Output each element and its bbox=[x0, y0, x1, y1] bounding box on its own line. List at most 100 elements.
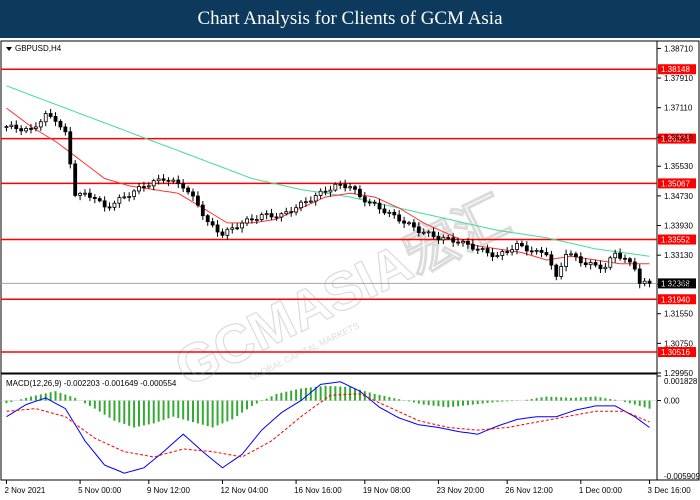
price-tick-label: 1.35530 bbox=[664, 162, 693, 171]
candle-body bbox=[485, 248, 490, 254]
symbol-dropdown-icon[interactable] bbox=[6, 47, 12, 51]
candle-body bbox=[608, 257, 613, 268]
candle-body bbox=[603, 266, 608, 270]
candle-body bbox=[564, 254, 568, 267]
candle-body bbox=[161, 178, 166, 181]
price-tick-label: 1.31550 bbox=[664, 310, 693, 319]
candle-body bbox=[412, 222, 416, 228]
candle-body bbox=[515, 243, 519, 250]
candle-body bbox=[618, 252, 622, 259]
ma-fast-line bbox=[6, 107, 650, 265]
macd-tick-label: 0.00 bbox=[664, 397, 680, 406]
candle-body bbox=[475, 248, 480, 251]
time-tick-label: 2 Nov 2021 bbox=[4, 486, 45, 495]
candle-body bbox=[269, 213, 274, 218]
price-tick-label: 1.36310 bbox=[664, 133, 693, 142]
macd-line bbox=[6, 381, 650, 474]
candle-body bbox=[245, 218, 249, 224]
candle-body bbox=[88, 192, 92, 198]
macd-panel-border bbox=[0, 373, 658, 481]
candle-body bbox=[569, 253, 573, 256]
candle-body bbox=[588, 262, 593, 266]
candle-body bbox=[176, 179, 181, 185]
candle-body bbox=[83, 192, 87, 195]
candle-body bbox=[372, 201, 377, 204]
level-price-text: 1.35067 bbox=[661, 179, 690, 188]
candle-body bbox=[308, 200, 313, 203]
candle-body bbox=[549, 254, 554, 266]
candle-body bbox=[166, 179, 171, 182]
candle-body bbox=[215, 224, 220, 233]
candle-body bbox=[338, 183, 343, 186]
price-tick-label: 1.34730 bbox=[664, 192, 693, 201]
candle-body bbox=[534, 249, 539, 252]
candle-body bbox=[313, 195, 318, 202]
price-tick-label: 1.37110 bbox=[664, 104, 693, 113]
candle-body bbox=[146, 185, 151, 188]
candle-body bbox=[284, 211, 289, 215]
candle-body bbox=[377, 202, 382, 210]
candle-body bbox=[632, 261, 637, 270]
candle-body bbox=[4, 126, 9, 128]
symbol-text: GBPUSD,H4 bbox=[15, 44, 62, 53]
time-tick-label: 19 Nov 08:00 bbox=[363, 486, 411, 495]
time-tick-label: 26 Nov 12:00 bbox=[505, 486, 553, 495]
candle-body bbox=[304, 201, 308, 204]
candle-body bbox=[623, 257, 627, 260]
candle-body bbox=[186, 187, 190, 193]
candles-layer bbox=[4, 108, 652, 289]
candle-body bbox=[200, 204, 205, 217]
candle-body bbox=[358, 188, 362, 198]
symbol-label[interactable]: GBPUSD,H4 bbox=[6, 44, 62, 53]
price-tick-label: 1.38710 bbox=[664, 44, 693, 53]
candle-body bbox=[466, 241, 470, 245]
candle-body bbox=[92, 196, 97, 200]
candle-body bbox=[416, 226, 421, 233]
candle-body bbox=[539, 249, 544, 253]
candle-body bbox=[250, 218, 254, 221]
candle-body bbox=[524, 245, 529, 252]
candle-body bbox=[574, 253, 578, 258]
candle-body bbox=[392, 211, 397, 216]
candle-body bbox=[240, 222, 244, 229]
candle-body bbox=[43, 113, 48, 123]
candle-body bbox=[505, 251, 510, 253]
candle-body bbox=[387, 211, 392, 214]
candle-body bbox=[529, 250, 534, 253]
time-tick-label: 3 Dec 16:00 bbox=[648, 486, 692, 495]
candle-body bbox=[642, 280, 647, 284]
candle-body bbox=[578, 256, 583, 264]
level-price-text: 1.31940 bbox=[661, 295, 690, 304]
candle-body bbox=[294, 207, 298, 213]
time-tick-label: 1 Dec 00:00 bbox=[579, 486, 623, 495]
macd-signal-line bbox=[6, 393, 650, 458]
candle-body bbox=[637, 268, 642, 284]
candle-body bbox=[362, 196, 367, 203]
candle-body bbox=[367, 201, 372, 204]
candle-body bbox=[461, 241, 465, 244]
candle-body bbox=[343, 184, 348, 189]
time-tick-label: 5 Nov 00:00 bbox=[78, 486, 122, 495]
candle-body bbox=[58, 120, 63, 128]
candle-body bbox=[583, 262, 588, 266]
candle-body bbox=[132, 190, 136, 197]
moving-averages bbox=[6, 85, 650, 265]
candle-body bbox=[48, 113, 53, 117]
candle-body bbox=[29, 128, 33, 130]
price-tick-label: 1.32350 bbox=[664, 280, 693, 289]
candle-body bbox=[127, 196, 132, 198]
banner-title: Chart Analysis for Clients of GCM Asia bbox=[0, 0, 700, 38]
candle-body bbox=[38, 121, 43, 128]
candle-body bbox=[274, 216, 279, 219]
candle-body bbox=[264, 213, 269, 216]
candle-body bbox=[628, 258, 632, 263]
candle-body bbox=[348, 186, 352, 189]
ma-slow-line bbox=[6, 85, 650, 257]
time-tick-label: 16 Nov 16:00 bbox=[294, 486, 342, 495]
price-tick-label: 1.33130 bbox=[664, 251, 693, 260]
level-price-text: 1.30516 bbox=[661, 348, 690, 357]
candle-body bbox=[279, 213, 284, 218]
candle-body bbox=[196, 195, 200, 206]
candle-body bbox=[451, 237, 456, 243]
candle-body bbox=[500, 251, 505, 256]
